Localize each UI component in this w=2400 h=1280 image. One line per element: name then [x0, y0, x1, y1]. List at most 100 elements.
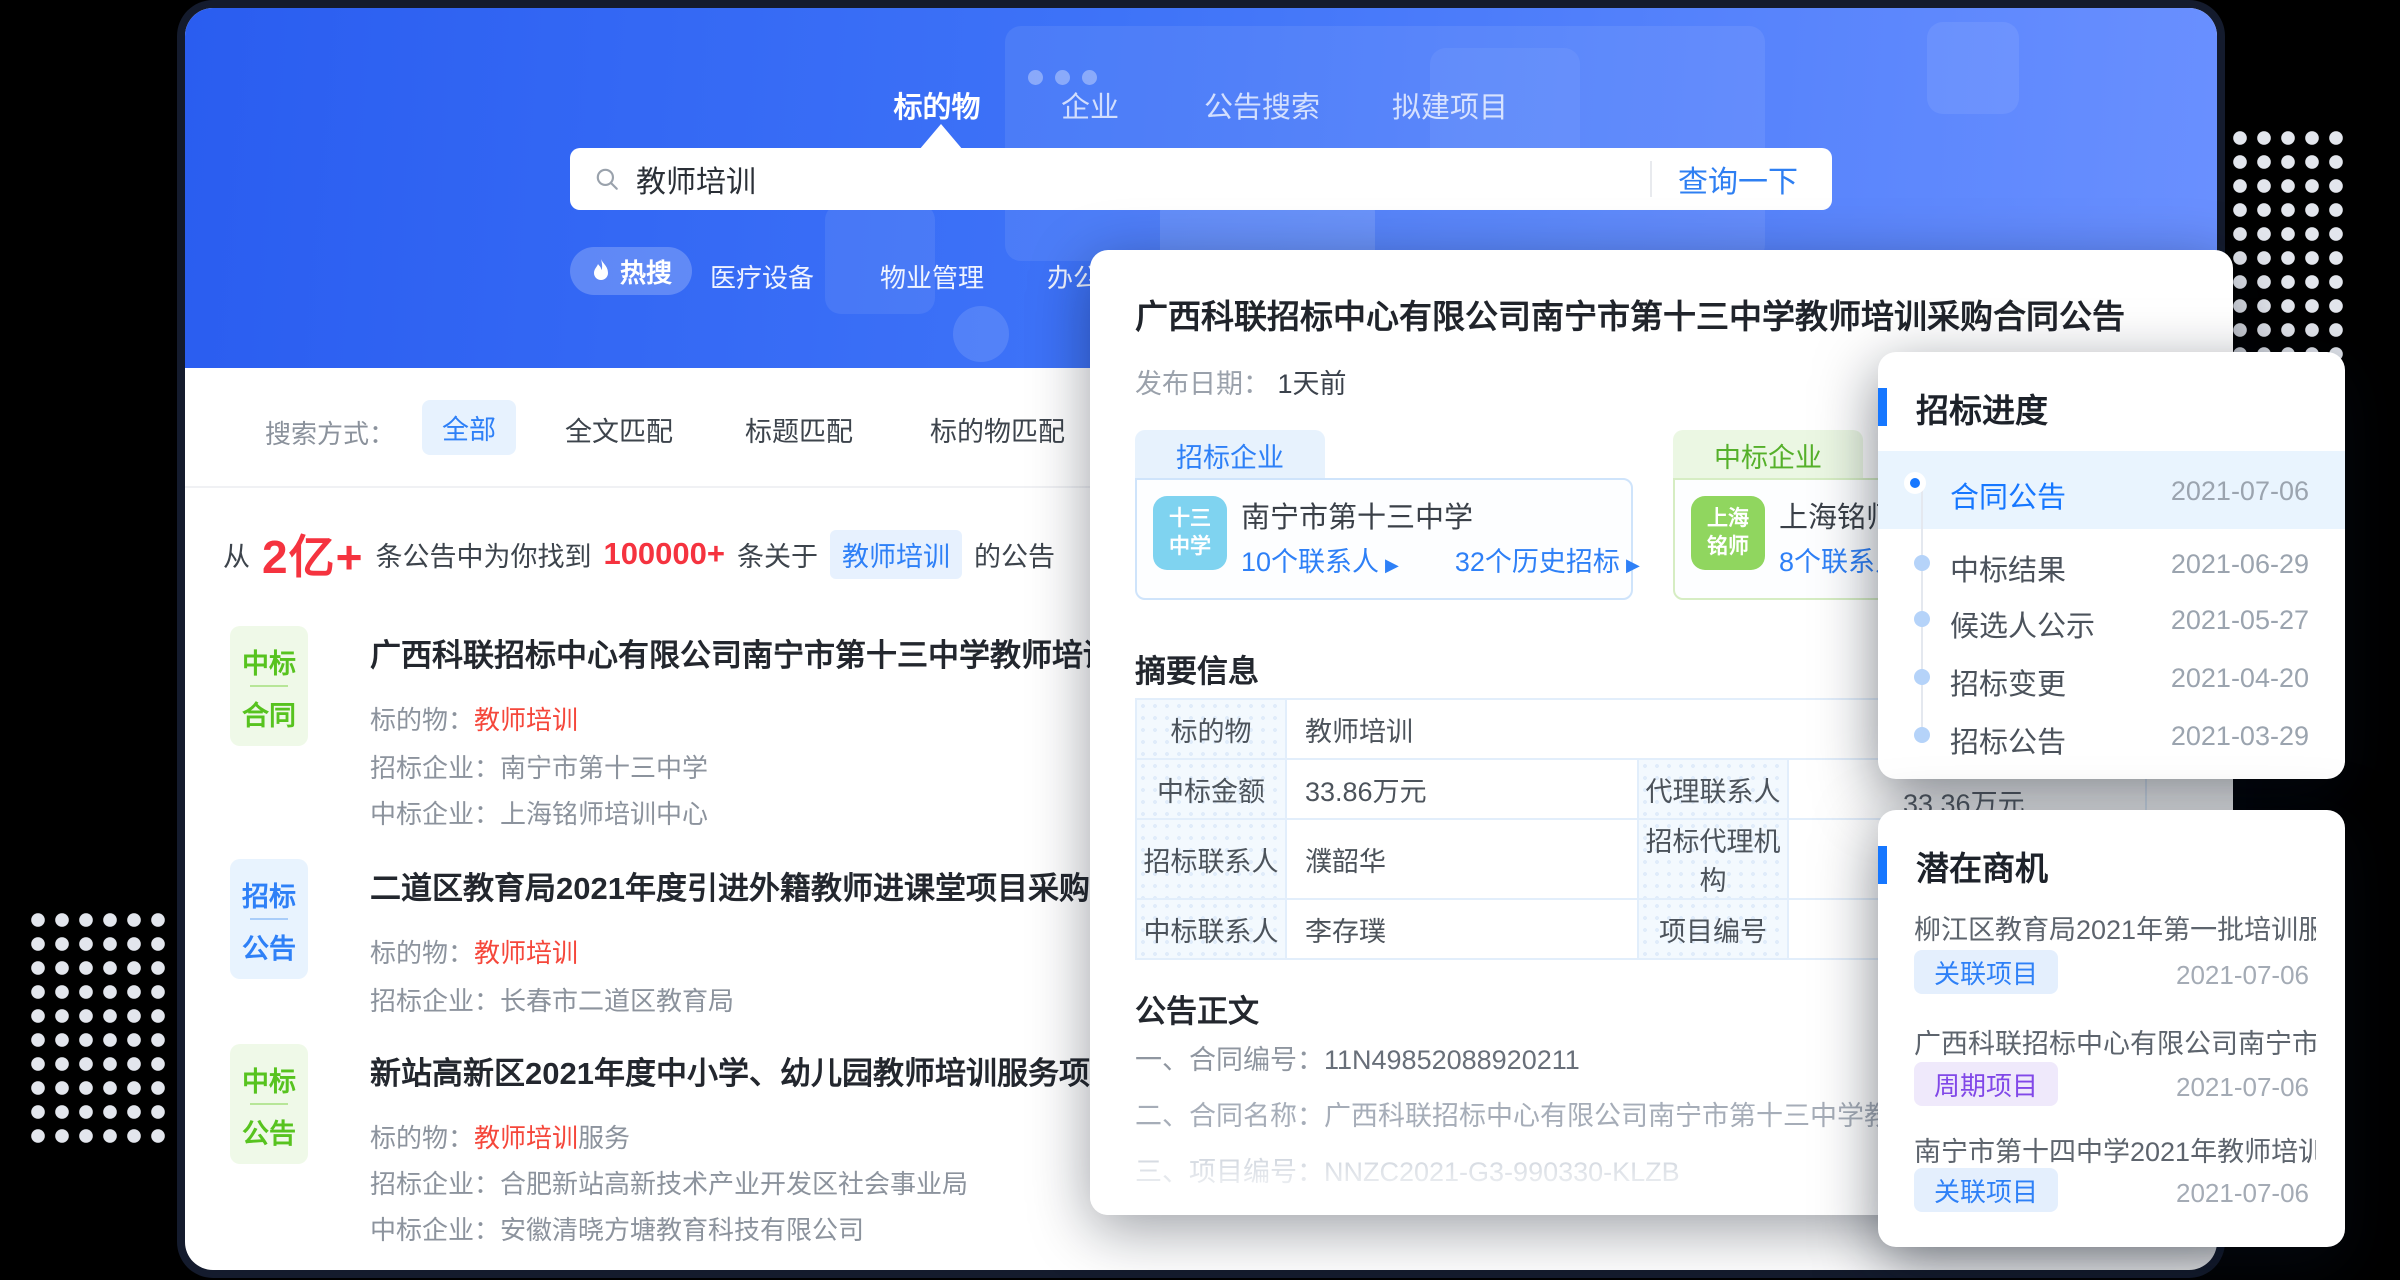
avatar-line: 上海 — [1707, 505, 1749, 533]
step-label[interactable]: 候选人公示 — [1950, 603, 2095, 645]
hot-keyword-1[interactable]: 医疗设备 — [710, 258, 814, 295]
tender-progress-panel: 招标进度 合同公告 2021-07-06 中标结果 2021-06-29 候选人… — [1878, 352, 2345, 779]
contacts-link-label: 10个联系人 — [1241, 547, 1379, 577]
tag-line1: 中标 — [230, 1060, 308, 1099]
timeline-dot-icon — [1914, 669, 1930, 685]
tag-divider — [250, 685, 288, 687]
subject-label: 标的物： — [370, 938, 474, 968]
table-header-cell: 项目编号 — [1638, 899, 1788, 959]
tender-company-box: 十三 中学 南宁市第十三中学 10个联系人▶ 32个历史招标▶ — [1135, 478, 1633, 600]
detail-title: 广西科联招标中心有限公司南宁市第十三中学教师培训采购合同公告 — [1135, 290, 2205, 338]
hot-keyword-2[interactable]: 物业管理 — [880, 258, 984, 295]
opportunity-title[interactable]: 南宁市第十四中学2021年教师培训B分… — [1914, 1130, 2316, 1169]
step-date: 2021-03-29 — [2171, 721, 2309, 752]
contacts-link[interactable]: 10个联系人▶ — [1241, 540, 1399, 579]
opportunity-title[interactable]: 柳江区教育局2021年第一批培训服务项… — [1914, 908, 2316, 947]
line-label: 四、项目名称： — [1135, 1209, 1324, 1215]
cycle-project-tag[interactable]: 周期项目 — [1914, 1062, 2058, 1106]
history-tenders-link[interactable]: 32个历史招标▶ — [1455, 540, 1640, 579]
summary-heading: 摘要信息 — [1135, 646, 1259, 691]
status-tag-win-announcement: 中标 公告 — [230, 1044, 308, 1164]
search-divider — [1650, 161, 1652, 197]
step-date: 2021-05-27 — [2171, 605, 2309, 636]
filter-fulltext[interactable]: 全文匹配 — [565, 410, 673, 449]
opportunities-panel: 潜在商机 柳江区教育局2021年第一批培训服务项… 关联项目 2021-07-0… — [1878, 810, 2345, 1247]
timeline-step[interactable]: 招标公告 2021-03-29 — [1878, 735, 2345, 779]
tender-company-card[interactable]: 招标企业 十三 中学 南宁市第十三中学 10个联系人▶ 32个历史招标▶ — [1135, 430, 1633, 600]
opportunity-date: 2021-07-06 — [2176, 1178, 2309, 1209]
tab-announcement-search[interactable]: 公告搜索 — [1204, 84, 1320, 126]
progress-heading: 招标进度 — [1916, 384, 2048, 432]
match-count: 100000+ — [603, 536, 725, 572]
subject-label: 标的物： — [370, 705, 474, 735]
line-label: 一、合同编号： — [1135, 1045, 1324, 1075]
tag-line1: 招标 — [230, 875, 308, 914]
table-value-cell: 濮韶华 — [1286, 819, 1638, 899]
total-count: 2亿+ — [262, 521, 363, 587]
search-bar[interactable]: 教师培训 查询一下 — [570, 148, 1832, 210]
decor-cube-right — [1927, 22, 2019, 114]
result-count-line: 从 2亿+ 条公告中为你找到 100000+ 条关于 教师培训 的公告 — [223, 524, 1055, 584]
result-title[interactable]: 新站高新区2021年度中小学、幼儿园教师培训服务项目 — [370, 1048, 1121, 1093]
field-label: 招标企业： — [370, 1169, 500, 1199]
page: { "header": { "tabs": [ { "label": "标的物"… — [0, 0, 2400, 1280]
table-header-cell: 招标代理机构 — [1638, 819, 1788, 899]
subject-value: 教师培训 — [474, 705, 578, 735]
table-header-cell: 中标金额 — [1136, 759, 1286, 819]
filter-all[interactable]: 全部 — [422, 400, 516, 455]
step-date: 2021-06-29 — [2171, 549, 2309, 580]
status-tag-win-contract: 中标 合同 — [230, 626, 308, 746]
search-input[interactable]: 教师培训 — [636, 157, 1650, 201]
publish-value: 1天前 — [1278, 369, 1347, 399]
browser-dot-icon — [1055, 70, 1070, 85]
related-project-tag[interactable]: 关联项目 — [1914, 1168, 2058, 1212]
table-header-cell: 中标联系人 — [1136, 899, 1286, 959]
filter-subject-match[interactable]: 标的物匹配 — [930, 410, 1065, 449]
related-project-tag[interactable]: 关联项目 — [1914, 950, 2058, 994]
subject-label: 标的物： — [370, 1123, 474, 1153]
filter-title-match[interactable]: 标题匹配 — [745, 410, 853, 449]
tender-company-field: 招标企业：长春市二道区教育局 — [370, 981, 734, 1018]
field-value: 长春市二道区教育局 — [500, 986, 734, 1016]
tab-proposed-projects[interactable]: 拟建项目 — [1392, 84, 1508, 126]
publish-date-row: 发布日期： 1天前 — [1135, 362, 1347, 401]
result-title[interactable]: 二道区教育局2021年度引进外籍教师进课堂项目采购公告 — [370, 863, 1152, 908]
history-link-label: 32个历史招标 — [1455, 547, 1620, 577]
dot-pattern-bottom-left — [26, 908, 172, 1148]
opportunity-date: 2021-07-06 — [2176, 960, 2309, 991]
active-tab-pointer — [919, 124, 963, 150]
step-label[interactable]: 招标公告 — [1950, 719, 2066, 761]
step-label[interactable]: 合同公告 — [1950, 474, 2066, 516]
step-label[interactable]: 中标结果 — [1950, 547, 2066, 589]
tab-subject[interactable]: 标的物 — [893, 84, 980, 126]
dot-pattern-top-right — [2228, 126, 2350, 364]
browser-dot-icon — [1082, 70, 1097, 85]
step-date: 2021-07-06 — [2171, 476, 2309, 507]
field-value: 上海铭师培训中心 — [500, 799, 708, 829]
tag-divider — [250, 918, 288, 920]
company-avatar: 上海 铭师 — [1691, 496, 1765, 570]
subject-field: 标的物：教师培训服务 — [370, 1118, 630, 1155]
tab-company[interactable]: 企业 — [1061, 84, 1119, 126]
timeline-step[interactable]: 合同公告 2021-07-06 — [1878, 490, 2345, 550]
company-name: 南宁市第十三中学 — [1241, 494, 1473, 536]
keyword-chip[interactable]: 教师培训 — [830, 530, 962, 579]
browser-dot-icon — [1028, 70, 1043, 85]
timeline-dot-icon — [1914, 555, 1930, 571]
tag-line1: 中标 — [230, 642, 308, 681]
tag-line2: 公告 — [230, 927, 308, 966]
tender-company-field: 招标企业：南宁市第十三中学 — [370, 748, 708, 785]
step-label[interactable]: 招标变更 — [1950, 661, 2066, 703]
opportunity-title[interactable]: 广西科联招标中心有限公司南宁市第四… — [1914, 1022, 2316, 1061]
tender-company-field: 招标企业：合肥新站高新技术产业开发区社会事业局 — [370, 1164, 968, 1201]
subject-field: 标的物：教师培训 — [370, 700, 578, 737]
search-button[interactable]: 查询一下 — [1678, 157, 1798, 201]
tag-line2: 合同 — [230, 694, 308, 733]
company-links: 10个联系人▶ 32个历史招标▶ — [1241, 540, 1640, 579]
opportunity-date: 2021-07-06 — [2176, 1072, 2309, 1103]
avatar-line: 十三 — [1169, 505, 1211, 533]
hot-search-label: 热搜 — [620, 253, 672, 290]
field-value: 安徽清晓方塘教育科技有限公司 — [500, 1215, 864, 1245]
flame-icon — [590, 258, 612, 284]
field-value: 合肥新站高新技术产业开发区社会事业局 — [500, 1169, 968, 1199]
